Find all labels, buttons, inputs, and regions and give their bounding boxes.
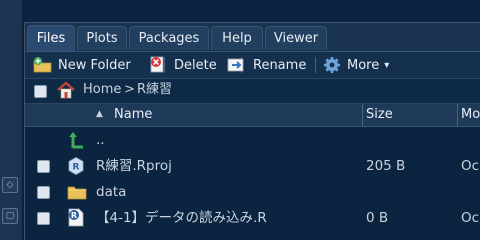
delete-label: Delete — [174, 57, 217, 73]
column-header-name[interactable]: Name — [114, 104, 152, 126]
file-row-parent[interactable]: .. — [25, 127, 480, 153]
r-script-icon: R — [68, 208, 84, 227]
breadcrumb: Home > R練習 — [25, 79, 480, 104]
delete-icon — [150, 56, 164, 73]
tab-plots[interactable]: Plots — [77, 26, 127, 50]
file-row[interactable]: R R練習.Rproj 205 B Oc — [25, 153, 480, 179]
breadcrumb-home-link[interactable]: Home — [83, 78, 121, 102]
row-checkbox[interactable] — [37, 212, 50, 225]
breadcrumb-separator: > — [124, 82, 135, 97]
more-button[interactable]: More ▾ — [323, 52, 389, 78]
file-row[interactable]: R 【4-1】データの読み込み.R 0 B Oc — [25, 205, 480, 231]
tab-packages-label: Packages — [138, 31, 200, 46]
new-folder-button[interactable]: New Folder — [33, 52, 131, 78]
sort-ascending-icon: ▲ — [96, 109, 103, 119]
tab-help[interactable]: Help — [211, 26, 263, 50]
file-modified: Oc — [461, 210, 480, 226]
toolbar-separator — [315, 57, 316, 73]
tab-files-label: Files — [36, 31, 66, 46]
column-divider — [457, 104, 458, 126]
column-header-modified[interactable]: Mo — [461, 104, 480, 126]
file-size: 205 B — [366, 158, 406, 174]
file-name[interactable]: 【4-1】データの読み込み.R — [96, 205, 267, 231]
file-name[interactable]: data — [96, 179, 126, 205]
row-checkbox[interactable] — [37, 160, 50, 173]
file-size: 0 B — [366, 210, 389, 226]
tab-packages[interactable]: Packages — [129, 26, 209, 50]
tab-help-label: Help — [222, 31, 252, 46]
row-checkbox[interactable] — [37, 186, 50, 199]
home-icon[interactable] — [57, 82, 75, 99]
pane-scroll-control[interactable]: ◇ — [2, 177, 18, 193]
breadcrumb-current-folder: R練習 — [137, 82, 173, 97]
file-list-header: ▲ Name Size Mo — [25, 104, 480, 127]
svg-text:R: R — [71, 211, 77, 220]
column-header-size[interactable]: Size — [366, 104, 393, 126]
gear-icon — [324, 57, 340, 73]
select-all-checkbox[interactable] — [34, 85, 47, 98]
file-modified: Oc — [461, 158, 480, 174]
files-toolbar: New Folder Delete Rename More ▾ — [25, 52, 480, 79]
new-folder-icon — [33, 57, 52, 73]
rename-icon — [227, 58, 244, 72]
new-folder-label: New Folder — [58, 57, 131, 73]
tab-files[interactable]: Files — [27, 25, 75, 51]
file-name[interactable]: R練習.Rproj — [96, 153, 172, 179]
up-arrow-icon — [69, 132, 83, 149]
chevron-down-icon: ▾ — [384, 59, 390, 71]
left-pane-strip: ◇ ▢ — [0, 0, 23, 240]
rename-label: Rename — [253, 57, 307, 73]
more-label: More — [347, 57, 380, 73]
tab-plots-label: Plots — [86, 31, 118, 46]
folder-icon — [67, 186, 87, 200]
rename-button[interactable]: Rename — [227, 52, 306, 78]
top-band — [22, 0, 480, 22]
pane-toggle-control[interactable]: ▢ — [2, 208, 18, 224]
delete-button[interactable]: Delete — [150, 52, 217, 78]
svg-text:R: R — [73, 163, 80, 173]
rproj-file-icon: R — [68, 157, 84, 175]
files-pane: Files Plots Packages Help Viewer New Fol… — [24, 22, 480, 240]
tab-viewer-label: Viewer — [273, 31, 319, 46]
pane-tab-bar: Files Plots Packages Help Viewer — [25, 23, 480, 52]
file-row[interactable]: data — [25, 179, 480, 205]
column-divider — [362, 104, 363, 126]
tab-viewer[interactable]: Viewer — [265, 26, 327, 50]
file-name[interactable]: .. — [96, 127, 105, 153]
